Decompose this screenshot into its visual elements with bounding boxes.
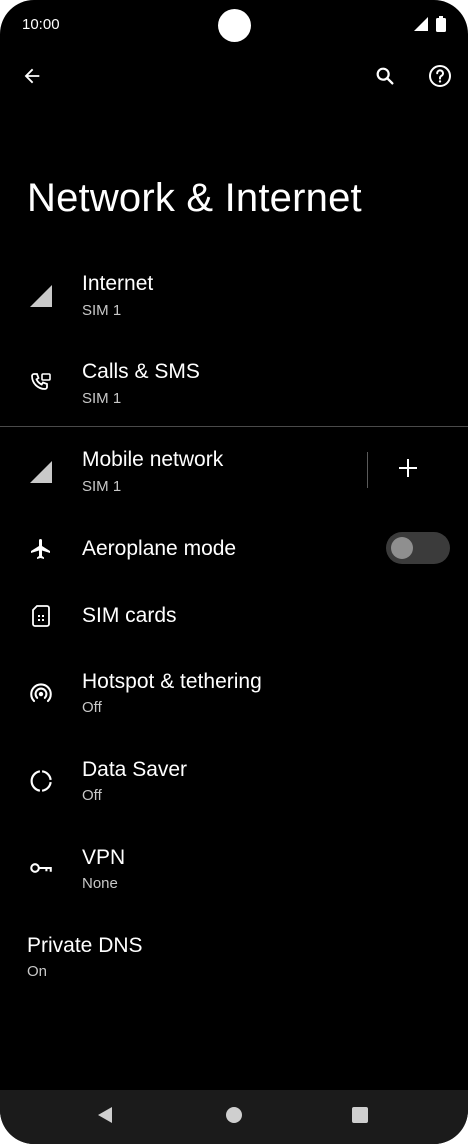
list-item-subtitle: None bbox=[82, 875, 118, 892]
list-item-calls-sms[interactable]: Calls & SMS SIM 1 bbox=[0, 350, 468, 424]
list-item-data-saver[interactable]: Data Saver Off bbox=[0, 748, 468, 822]
list-item-subtitle: Off bbox=[82, 787, 102, 804]
calls-sms-icon bbox=[27, 369, 55, 397]
hotspot-icon bbox=[27, 679, 55, 707]
nav-back-button[interactable] bbox=[88, 1100, 122, 1134]
status-icons bbox=[414, 16, 446, 37]
phone-screen: 10:00 Network & Internet Internet SIM 1 … bbox=[0, 0, 468, 1144]
section-divider bbox=[0, 426, 468, 427]
nav-back-icon bbox=[96, 1106, 114, 1129]
signal-icon bbox=[27, 282, 55, 310]
list-item-label: VPN bbox=[82, 846, 126, 869]
nav-recents-icon bbox=[351, 1106, 369, 1129]
camera-cutout bbox=[218, 9, 251, 42]
app-bar bbox=[0, 58, 468, 102]
list-item-sim-cards[interactable]: SIM cards bbox=[0, 592, 468, 640]
arrow-back-icon bbox=[21, 65, 43, 92]
status-bar: 10:00 bbox=[0, 0, 468, 50]
help-button[interactable] bbox=[420, 58, 460, 98]
help-icon bbox=[428, 64, 452, 93]
airplane-icon bbox=[27, 535, 55, 563]
nav-home-button[interactable] bbox=[217, 1100, 251, 1134]
list-item-label: Private DNS bbox=[27, 934, 143, 957]
aeroplane-mode-toggle[interactable] bbox=[386, 532, 450, 564]
plus-icon bbox=[398, 458, 418, 483]
vpn-key-icon bbox=[27, 854, 55, 882]
search-button[interactable] bbox=[365, 58, 405, 98]
list-item-subtitle: SIM 1 bbox=[82, 478, 122, 495]
data-saver-icon bbox=[27, 767, 55, 795]
nav-home-icon bbox=[225, 1106, 243, 1129]
signal-status-icon bbox=[414, 17, 428, 36]
search-icon bbox=[374, 65, 396, 92]
list-item-subtitle: Off bbox=[82, 699, 102, 716]
add-network-button[interactable] bbox=[388, 450, 428, 490]
vertical-separator bbox=[367, 452, 368, 488]
signal-icon bbox=[27, 458, 55, 486]
battery-icon bbox=[436, 16, 446, 37]
page-title: Network & Internet bbox=[27, 176, 362, 220]
list-item-private-dns[interactable]: Private DNS On bbox=[0, 924, 468, 998]
status-time: 10:00 bbox=[22, 16, 60, 33]
list-item-label: Aeroplane mode bbox=[82, 537, 237, 560]
list-item-subtitle: SIM 1 bbox=[82, 390, 122, 407]
list-item-label: SIM cards bbox=[82, 604, 177, 627]
list-item-label: Internet bbox=[82, 272, 154, 295]
list-item-vpn[interactable]: VPN None bbox=[0, 836, 468, 910]
list-item-internet[interactable]: Internet SIM 1 bbox=[0, 262, 468, 336]
list-item-label: Calls & SMS bbox=[82, 360, 200, 383]
nav-recents-button[interactable] bbox=[343, 1100, 377, 1134]
list-item-subtitle: On bbox=[27, 963, 48, 980]
list-item-subtitle: SIM 1 bbox=[82, 302, 122, 319]
toggle-knob bbox=[391, 537, 413, 559]
navigation-bar bbox=[0, 1090, 468, 1144]
list-item-hotspot[interactable]: Hotspot & tethering Off bbox=[0, 660, 468, 734]
sim-card-icon bbox=[27, 602, 55, 630]
list-item-label: Hotspot & tethering bbox=[82, 670, 262, 693]
list-item-label: Mobile network bbox=[82, 448, 224, 471]
list-item-label: Data Saver bbox=[82, 758, 188, 781]
back-button[interactable] bbox=[12, 58, 52, 98]
